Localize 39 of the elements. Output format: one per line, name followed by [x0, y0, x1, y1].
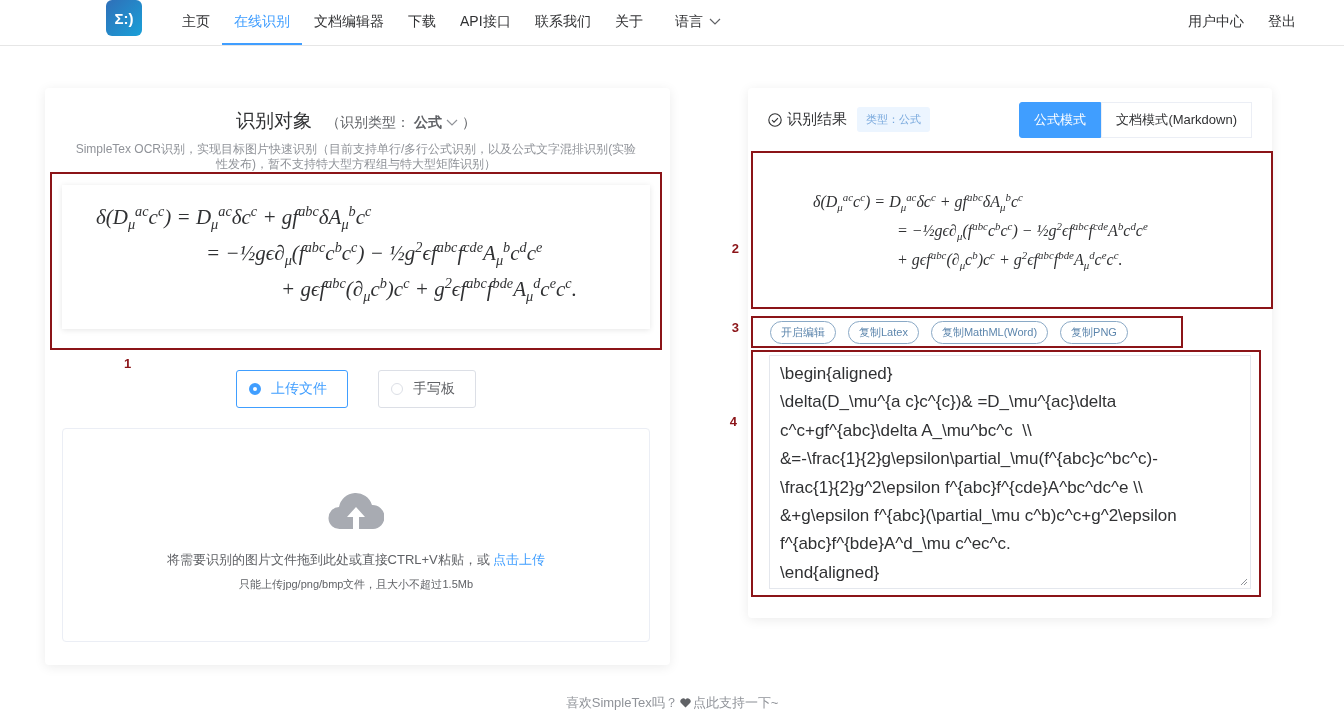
heart-icon	[679, 698, 691, 708]
language-menu[interactable]: 语言	[662, 0, 733, 45]
action-button[interactable]: 复制Latex	[848, 320, 919, 344]
nav-link[interactable]: API接口	[448, 0, 523, 45]
upload-hint: 只能上传jpg/png/bmp文件，且大小不超过1.5Mb	[238, 576, 474, 592]
mode-radio[interactable]: 手写板	[378, 370, 476, 408]
type-label-close: ）	[462, 114, 476, 132]
type-dropdown[interactable]: 公式	[414, 114, 442, 132]
upload-prompt: 将需要识别的图片文件拖到此处或直接CTRL+V粘贴，或 点击上传	[166, 550, 546, 569]
type-tag: 类型：公式	[857, 107, 930, 132]
upload-dropzone[interactable]: 将需要识别的图片文件拖到此处或直接CTRL+V粘贴，或 点击上传 只能上传jpg/png/bmp文件，且大小不超过1.5Mb	[62, 428, 650, 642]
action-button[interactable]: 开启编辑	[770, 320, 836, 344]
nav-link[interactable]: 文档编辑器	[302, 0, 396, 45]
formula-image: δ(D$_{μ}$$^{ac}$c$^{c}$) = D$_{μ}$$^{ac}$δc$^{c}$ + gf$^{abc}$δA$_{μ}$$^{b}$c$^{c}$ = −½gϵ∂$_{μ}$(f$^{abc}$c$^{b}$c$^{c}$) − ½g$^{2}$ϵf$^{abc}$f$^{cde}$A$_{μ}$$^{b}$c$^{d}$c$^{e}$ + gϵf$^{abc}$(∂$_{μ}$c$^{b}$)c$^{c}$ + g$^{2}$ϵf$^{abc}$f$^{bde}$A$_{μ}$$^{d}$c$^{e}$c$^{c}$.	[62, 185, 650, 329]
chevron-down-icon[interactable]	[446, 119, 458, 127]
nav-link[interactable]: 联系我们	[522, 0, 603, 45]
annotation-number: 3	[731, 320, 739, 335]
check-circle-icon	[768, 112, 782, 127]
logo[interactable]: Σ:)	[106, 0, 142, 36]
description: SimpleTex OCR识别，实现目标图片快速识别（目前支持单行/多行公式识别，以及公式文字混排识别(实验性发布)，暂不支持特大型方程组与特大型矩阵识别）	[74, 142, 638, 172]
annotation-number: 1	[124, 356, 132, 371]
panel-title: 识别对象	[236, 109, 312, 133]
mode-tab[interactable]: 文档模式(Markdown)	[1101, 101, 1252, 138]
nav-link[interactable]: 关于	[602, 0, 655, 45]
type-label: （识别类型：	[326, 114, 410, 132]
nav-link[interactable]: 登出	[1256, 0, 1308, 45]
nav-link[interactable]: 下载	[396, 0, 448, 45]
annotation-number: 2	[731, 241, 739, 256]
latex-field[interactable]: \begin{aligned} \delta(D_\mu^{a c}c^{c})& =D_\mu^{ac}\delta c^c+gf^{abc}\delta A_\mu^bc^c \\ &=-\frac{1}{2}g\epsilon\partial_\mu(f^{abc}c^bc^c)- \frac{1}{2}g^2\epsilon f^{abc}f^{cde}A^bc^dc^e \\ &+g\epsilon f^{abc}(\partial_\mu c^b)c^c+g^2\epsilon f^{abc}f^{bde}A^d_\mu c^ec^c. \end{aligned}	[769, 355, 1251, 589]
chevron-down-icon	[708, 17, 721, 26]
resize-handle-icon[interactable]	[1240, 578, 1248, 586]
nav-link[interactable]: 用户中心	[1176, 0, 1256, 45]
footer-text: 喜欢SimpleTex吗？	[565, 694, 678, 712]
nav-link[interactable]: 主页	[170, 0, 222, 45]
rendered-formula: δ(D$_{μ}$$^{ac}$c$^{c}$) = D$_{μ}$$^{ac}$δc$^{c}$ + gf$^{abc}$δA$_{μ}$$^{b}$c$^{c}$ = −½gϵ∂$_{μ}$(f$^{abc}$c$^{b}$c$^{c}$) − ½g$^{2}$ϵf$^{abc}$f$^{cde}$A$^{b}$c$^{d}$c$^{e}$ + gϵf$^{abc}$(∂$_{μ}$c$^{b}$)c$^{c}$ + g$^{2}$ϵf$^{abc}$f$^{bde}$A$_{μ}$$^{d}$c$^{e}$c$^{c}$.	[812, 189, 1148, 273]
panel-title: 识别结果	[787, 110, 847, 129]
action-button[interactable]: 复制MathML(Word)	[930, 320, 1049, 344]
annotation-number: 4	[729, 414, 737, 429]
action-button[interactable]: 复制PNG	[1060, 320, 1128, 344]
